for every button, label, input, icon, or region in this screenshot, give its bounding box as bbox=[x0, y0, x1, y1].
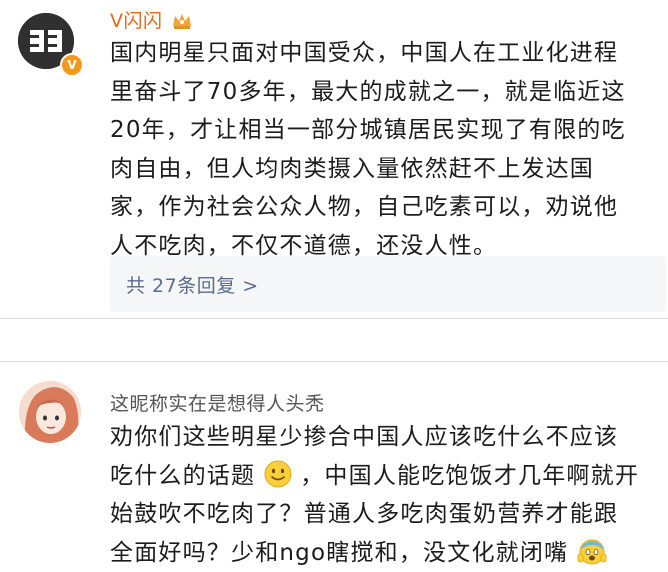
view-replies-link[interactable]: 共 27条回复 > bbox=[126, 271, 259, 298]
text-line: 肉自由，但人均肉类摄入量依然赶不上发达国 bbox=[110, 150, 666, 189]
comment-divider bbox=[0, 318, 668, 362]
username-text: V闪闪 bbox=[110, 10, 163, 32]
text-line: 劝你们这些明星少掺合中国人应该吃什么不应该 bbox=[110, 418, 666, 457]
text-line: 全面好吗？少和ngo瞎搅和，没文化就闭嘴 bbox=[110, 534, 666, 572]
reply-box[interactable]: 共 27条回复 > bbox=[110, 256, 666, 312]
text-segment: 全面好吗？少和ngo瞎搅和，没文化就闭嘴 bbox=[110, 540, 568, 566]
text-line: 吃什么的话题 ，中国人能吃饱饭才几年啊就开 bbox=[110, 457, 666, 496]
comment-text: 国内明星只面对中国受众，中国人在工业化进程 里奋斗了70多年，最大的成就之一，就… bbox=[110, 34, 666, 265]
text-segment: ，中国人能吃饱饭才几年啊就开 bbox=[300, 463, 639, 489]
avatar[interactable] bbox=[19, 381, 81, 443]
text-line: 里奋斗了70多年，最大的成就之一，就是临近这 bbox=[110, 73, 666, 112]
avatar-image bbox=[19, 381, 81, 443]
username[interactable]: 这昵称实在是想得人头秃 bbox=[110, 389, 325, 416]
smile-emoji-icon bbox=[264, 460, 292, 488]
text-segment: 吃什么的话题 bbox=[110, 463, 255, 489]
verified-badge-icon: V bbox=[60, 53, 84, 77]
crown-icon bbox=[171, 10, 193, 30]
text-line: 家，作为社会公众人物，自己吃素可以，劝说他 bbox=[110, 188, 666, 227]
username[interactable]: V闪闪 bbox=[110, 6, 193, 33]
text-line: 国内明星只面对中国受众，中国人在工业化进程 bbox=[110, 34, 666, 73]
text-line: 20年，才让相当一部分城镇居民实现了有限的吃 bbox=[110, 111, 666, 150]
scared-emoji-icon bbox=[577, 537, 607, 565]
comment-text: 劝你们这些明星少掺合中国人应该吃什么不应该 吃什么的话题 ，中国人能吃饱饭才几年… bbox=[110, 418, 666, 572]
text-line: 始鼓吹不吃肉了？普通人多吃肉蛋奶营养才能跟 bbox=[110, 495, 666, 534]
